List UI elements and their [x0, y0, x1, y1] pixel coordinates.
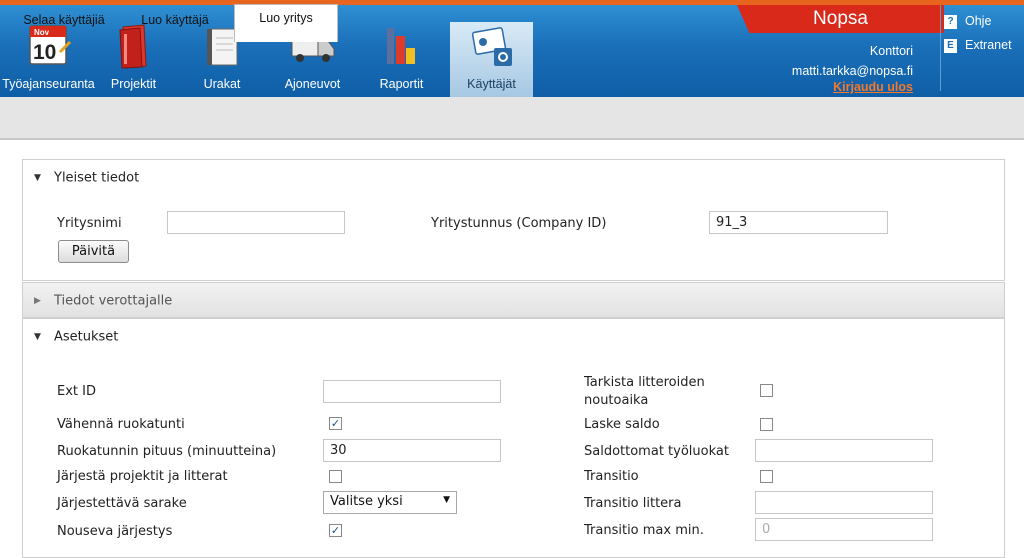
collapse-triangle-icon: ▼ — [34, 173, 41, 183]
collapse-triangle-icon: ▼ — [34, 332, 41, 342]
nav-label: Urakat — [203, 77, 241, 91]
company-id-input[interactable] — [709, 211, 888, 234]
balance-checkbox[interactable] — [760, 418, 773, 431]
pickup-check-checkbox[interactable] — [760, 384, 773, 397]
nav-label: Ajoneuvot — [284, 77, 341, 91]
nav-label: Projektit — [110, 77, 157, 91]
pickup-check-label-line1: Tarkista litteroiden — [584, 375, 705, 390]
help-link-label: Ohje — [965, 14, 992, 28]
general-info-title: Yleiset tiedot — [54, 170, 140, 186]
extranet-icon: E — [944, 38, 957, 53]
tab-luo-yritys[interactable]: Luo yritys — [234, 4, 338, 42]
tab-luo-kayttaja[interactable]: Luo käyttäjä — [130, 10, 220, 43]
help-icon: ? — [944, 14, 957, 29]
report-icon — [386, 28, 415, 64]
transit-item-input[interactable] — [755, 491, 933, 514]
general-info-header[interactable]: ▼ Yleiset tiedot — [23, 160, 1004, 196]
sub-navigation — [0, 97, 1024, 140]
brand-name: Nopsa — [737, 5, 944, 33]
transit-label: Transitio — [584, 469, 639, 484]
transit-max-label: Transitio max min. — [584, 523, 704, 538]
nav-label: Raportit — [379, 77, 424, 91]
header-divider — [940, 5, 941, 91]
lunch-length-input[interactable] — [323, 439, 501, 462]
help-link[interactable]: ? Ohje — [944, 14, 991, 30]
office-label: Konttori — [869, 44, 913, 58]
user-email: matti.tarkka@nopsa.fi — [791, 64, 913, 78]
transit-item-label: Transitio littera — [584, 496, 682, 511]
lunch-deduct-checkbox[interactable]: ✓ — [329, 417, 342, 430]
ext-id-label: Ext ID — [57, 384, 96, 399]
tab-selaa-kayttajia[interactable]: Selaa käyttäjiä — [14, 10, 114, 43]
company-name-input[interactable] — [167, 211, 345, 234]
ascending-label: Nouseva järjestys — [57, 524, 173, 539]
lunch-length-label: Ruokatunnin pituus (minuutteina) — [57, 444, 277, 459]
no-balance-classes-input[interactable] — [755, 439, 933, 462]
dropdown-arrow-icon: ▼ — [443, 495, 450, 505]
transit-max-input[interactable] — [755, 518, 933, 541]
expand-triangle-icon: ▶ — [34, 296, 41, 306]
sort-projects-checkbox[interactable] — [329, 470, 342, 483]
sort-column-value: Valitse yksi — [330, 494, 403, 509]
nav-label: Työajanseuranta — [2, 77, 95, 91]
user-card-icon — [471, 27, 512, 66]
ext-id-input[interactable] — [323, 380, 501, 403]
lunch-deduct-label: Vähennä ruokatunti — [57, 417, 185, 432]
calendar-day-text: 10 — [33, 41, 56, 64]
transit-checkbox[interactable] — [760, 470, 773, 483]
logout-link[interactable]: Kirjaudu ulos — [833, 80, 913, 94]
update-button[interactable]: Päivitä — [58, 240, 129, 263]
sort-column-select[interactable]: Valitse yksi ▼ — [323, 491, 457, 514]
settings-title: Asetukset — [54, 329, 119, 345]
no-balance-classes-label: Saldottomat työluokat — [584, 444, 729, 459]
nav-label: Käyttäjät — [467, 77, 516, 91]
nav-item-raportit[interactable]: Raportit — [364, 22, 439, 97]
tax-info-panel[interactable]: ▶ Tiedot verottajalle — [22, 282, 1005, 318]
pickup-check-label-line2: noutoaika — [584, 393, 649, 408]
company-name-label: Yritysnimi — [57, 216, 122, 231]
settings-header[interactable]: ▼ Asetukset — [23, 319, 1004, 355]
balance-label: Laske saldo — [584, 417, 660, 432]
sort-projects-label: Järjestä projektit ja litterat — [57, 469, 228, 484]
nav-item-kayttajat[interactable]: Käyttäjät — [450, 22, 533, 97]
company-id-label: Yritystunnus (Company ID) — [431, 216, 607, 231]
extranet-link[interactable]: E Extranet — [944, 38, 1012, 54]
tax-info-title: Tiedot verottajalle — [54, 293, 173, 309]
ascending-checkbox[interactable]: ✓ — [329, 524, 342, 537]
tax-info-header[interactable]: ▶ Tiedot verottajalle — [23, 283, 1004, 319]
extranet-link-label: Extranet — [965, 38, 1012, 52]
sort-column-label: Järjestettävä sarake — [57, 496, 187, 511]
